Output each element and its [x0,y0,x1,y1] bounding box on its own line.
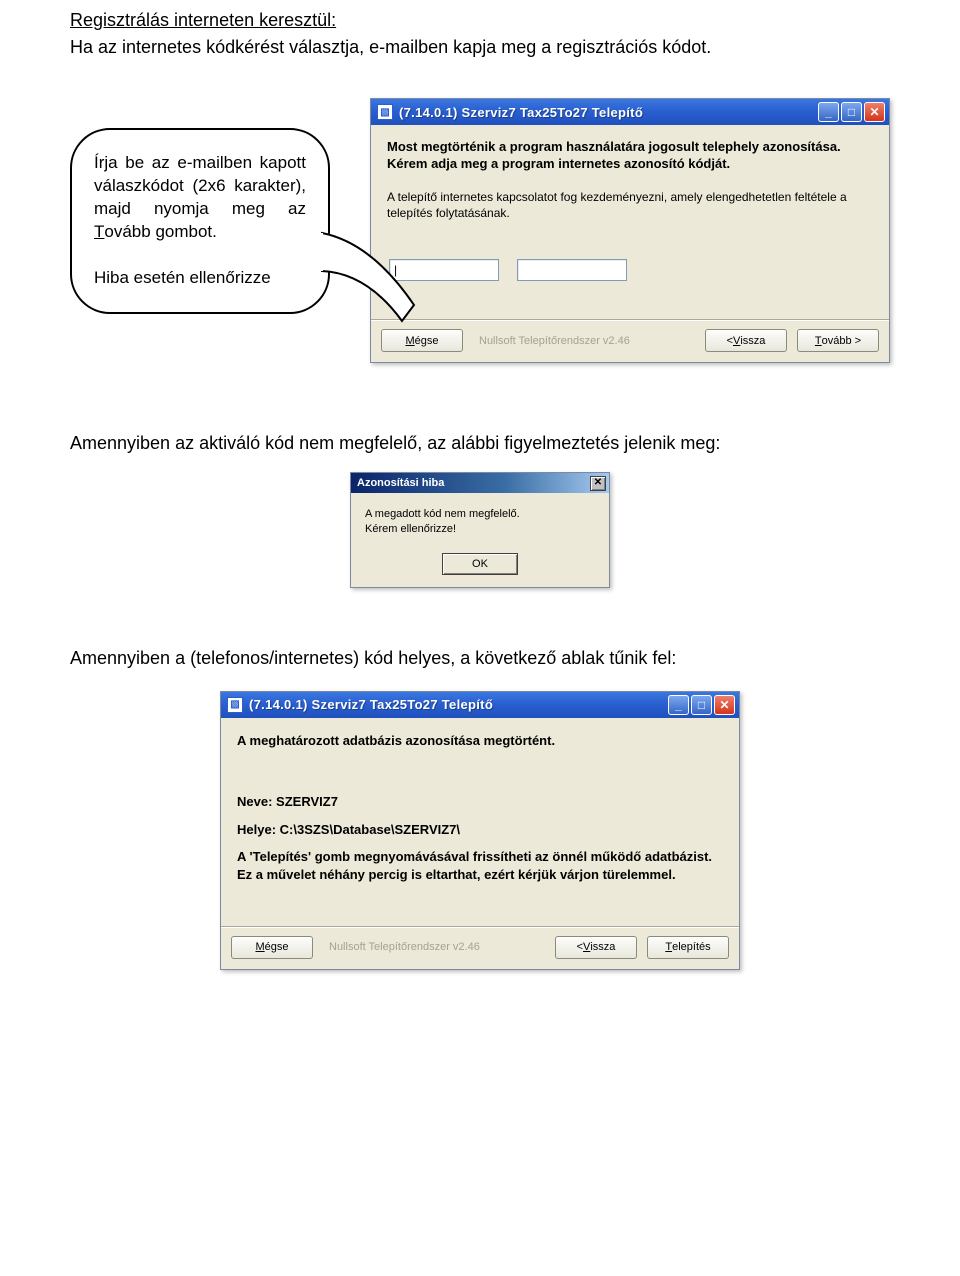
window-title: (7.14.0.1) Szerviz7 Tax25To27 Telepítő [399,105,818,120]
install-description: A 'Telepítés' gomb megnyomávásával friss… [237,848,723,883]
callout-text-1: Írja be az e-mailben kapott válaszkódot … [94,153,306,218]
db-path-row: Helye: C:\3SZS\Database\SZERVIZ7\ [237,821,723,839]
error-ok-button[interactable]: OK [442,553,518,575]
db-identified-text: A meghatározott adatbázis azonosítása me… [237,732,723,750]
window-title-2: (7.14.0.1) Szerviz7 Tax25To27 Telepítő [249,697,668,712]
minimize-button[interactable]: _ [668,695,689,715]
close-button[interactable]: ✕ [714,695,735,715]
callout-tovabb-letter: T [94,222,104,241]
success-intro: Amennyiben a (telefonos/internetes) kód … [70,648,890,669]
app-icon: ▧ [227,697,243,713]
titlebar: ▧ (7.14.0.1) Szerviz7 Tax25To27 Telepítő… [371,99,889,125]
close-button[interactable]: ✕ [864,102,885,122]
callout-tail-icon [322,233,417,323]
system-label: Nullsoft Telepítőrendszer v2.46 [323,941,545,953]
next-button[interactable]: Tovább > [797,329,879,352]
error-line-2: Kérem ellenőrizze! [365,522,595,537]
back-button[interactable]: < Vissza [555,936,637,959]
intro-text: Ha az internetes kódkérést választja, e-… [70,37,890,58]
callout-text-2: Hiba esetén ellenőrizze [94,268,271,287]
error-dialog: Azonosítási hiba ✕ A megadott kód nem me… [350,472,610,588]
error-close-button[interactable]: ✕ [590,476,606,491]
installer-heading: Most megtörténik a program használatára … [387,139,873,173]
db-name-row: Neve: SZERVIZ7 [237,793,723,811]
callout-text-after: gombot. [151,222,217,241]
error-line-1: A megadott kód nem megfelelő. [365,507,595,522]
error-dialog-title: Azonosítási hiba [357,477,444,489]
page-heading: Regisztrálás interneten keresztül: [70,10,890,31]
maximize-button[interactable]: □ [691,695,712,715]
callout-tovabb-rest: ovább [104,222,150,241]
app-icon: ▧ [377,104,393,120]
code-input-2[interactable] [517,259,627,281]
cancel-button[interactable]: Mégse [381,329,463,352]
system-label: Nullsoft Telepítőrendszer v2.46 [473,335,695,347]
callout-bubble: Írja be az e-mailben kapott válaszkódot … [70,128,330,314]
titlebar-2: ▧ (7.14.0.1) Szerviz7 Tax25To27 Telepítő… [221,692,739,718]
back-button[interactable]: < Vissza [705,329,787,352]
maximize-button[interactable]: □ [841,102,862,122]
warning-intro: Amennyiben az aktiváló kód nem megfelelő… [70,433,890,454]
installer-window-2: ▧ (7.14.0.1) Szerviz7 Tax25To27 Telepítő… [220,691,740,970]
cancel-button[interactable]: Mégse [231,936,313,959]
minimize-button[interactable]: _ [818,102,839,122]
installer-window-1: ▧ (7.14.0.1) Szerviz7 Tax25To27 Telepítő… [370,98,890,363]
installer-subtext: A telepítő internetes kapcsolatot fog ke… [387,189,873,221]
install-button[interactable]: Telepítés [647,936,729,959]
